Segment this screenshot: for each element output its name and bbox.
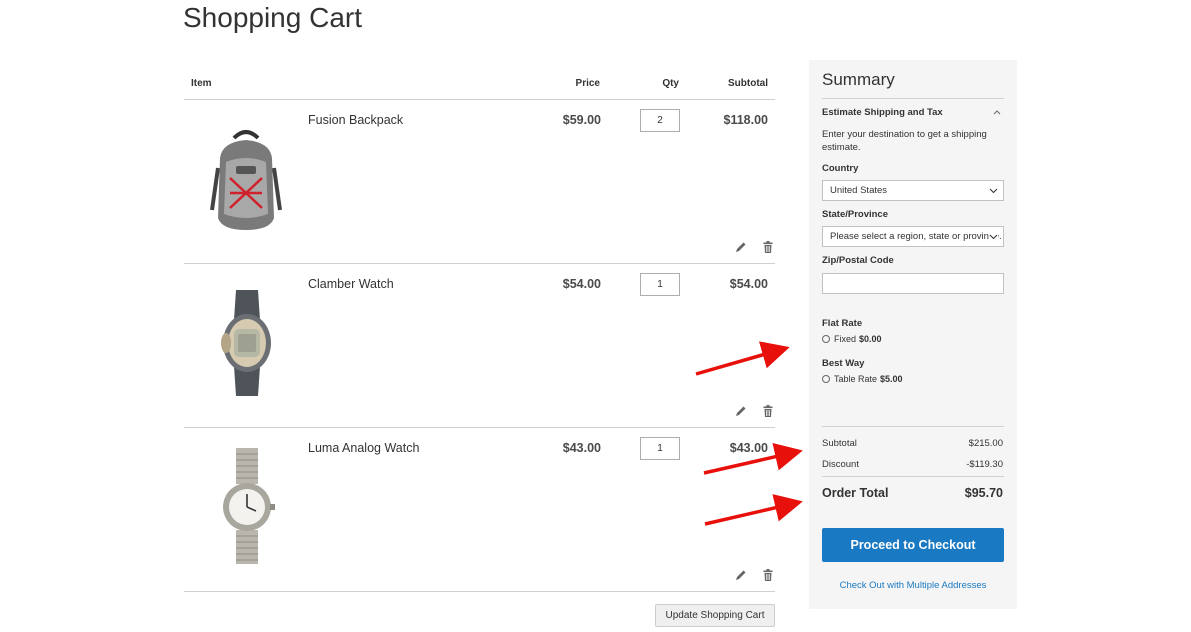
divider: [822, 476, 1004, 477]
divider: [822, 98, 1004, 99]
product-price: $59.00: [562, 113, 601, 127]
row-subtotal: $118.00: [723, 113, 769, 127]
radio-button[interactable]: [822, 375, 830, 383]
proceed-to-checkout-button[interactable]: Proceed to Checkout: [822, 528, 1004, 562]
rate-amount: $5.00: [880, 374, 903, 384]
discount-value: -$119.30: [966, 459, 1003, 470]
rate-carrier-title: Flat Rate: [822, 318, 863, 329]
product-name[interactable]: Clamber Watch: [308, 277, 394, 291]
order-summary: Summary Estimate Shipping and Tax Enter …: [809, 60, 1017, 609]
update-cart-button[interactable]: Update Shopping Cart: [655, 604, 775, 627]
divider: [822, 426, 1004, 427]
rate-carrier-title: Best Way: [822, 358, 865, 369]
row-subtotal: $43.00: [729, 441, 768, 455]
country-select[interactable]: United States: [822, 180, 1004, 201]
pencil-icon[interactable]: [734, 240, 748, 254]
shipping-option[interactable]: Fixed $0.00: [822, 334, 882, 344]
page-title: Shopping Cart: [183, 2, 363, 33]
country-label: Country: [822, 163, 859, 174]
header-item: Item: [191, 78, 212, 89]
discount-label: Discount: [822, 459, 859, 470]
estimate-description: Enter your destination to get a shipping…: [822, 129, 987, 153]
cart-row: Clamber Watch $54.00 1 $54.00: [184, 264, 775, 428]
shipping-option[interactable]: Table Rate $5.00: [822, 374, 903, 384]
order-total-value: $95.70: [964, 486, 1003, 500]
radio-button[interactable]: [822, 335, 830, 343]
state-label: State/Province: [822, 209, 888, 220]
trash-icon[interactable]: [761, 240, 775, 254]
product-price: $54.00: [562, 277, 601, 291]
rate-amount: $0.00: [859, 334, 882, 344]
subtotal-label: Subtotal: [822, 438, 857, 449]
product-price: $43.00: [562, 441, 601, 455]
header-subtotal: Subtotal: [728, 78, 768, 89]
rate-method: Table Rate: [834, 374, 878, 384]
rate-method: Fixed: [834, 334, 857, 344]
trash-icon[interactable]: [761, 568, 775, 582]
analog-watch-image[interactable]: [196, 446, 296, 566]
chevron-up-icon[interactable]: [992, 107, 1002, 117]
header-price: Price: [575, 78, 600, 89]
multi-address-checkout-link[interactable]: Check Out with Multiple Addresses: [822, 580, 1004, 591]
chevron-down-icon: [989, 232, 998, 241]
quantity-input[interactable]: 1: [640, 437, 680, 460]
zip-label: Zip/Postal Code: [822, 255, 894, 266]
trash-icon[interactable]: [761, 404, 775, 418]
quantity-input[interactable]: 1: [640, 273, 680, 296]
subtotal-value: $215.00: [968, 438, 1003, 449]
header-qty: Qty: [662, 78, 679, 89]
summary-title: Summary: [822, 70, 895, 89]
row-subtotal: $54.00: [729, 277, 768, 291]
country-select-value: United States: [830, 185, 888, 196]
product-name[interactable]: Luma Analog Watch: [308, 441, 419, 455]
zip-input[interactable]: [822, 273, 1004, 294]
order-total-label: Order Total: [822, 486, 889, 500]
cart-row: Luma Analog Watch $43.00 1 $43.00: [184, 428, 775, 592]
chevron-down-icon: [989, 186, 998, 195]
backpack-image[interactable]: [196, 118, 296, 238]
quantity-input[interactable]: 2: [640, 109, 680, 132]
pencil-icon[interactable]: [734, 404, 748, 418]
state-select[interactable]: Please select a region, state or provinc…: [822, 226, 1004, 247]
cart-row: Fusion Backpack $59.00 2 $118.00: [184, 100, 775, 264]
pencil-icon[interactable]: [734, 568, 748, 582]
estimate-shipping-toggle[interactable]: Estimate Shipping and Tax: [822, 107, 943, 118]
state-select-value: Please select a region, state or provinc…: [830, 231, 1002, 242]
cart-table-header: Item Price Qty Subtotal: [184, 60, 775, 100]
sport-watch-image[interactable]: [196, 282, 296, 402]
cart-table: Item Price Qty Subtotal Fusion Backpack …: [184, 60, 775, 592]
product-name[interactable]: Fusion Backpack: [308, 113, 403, 127]
